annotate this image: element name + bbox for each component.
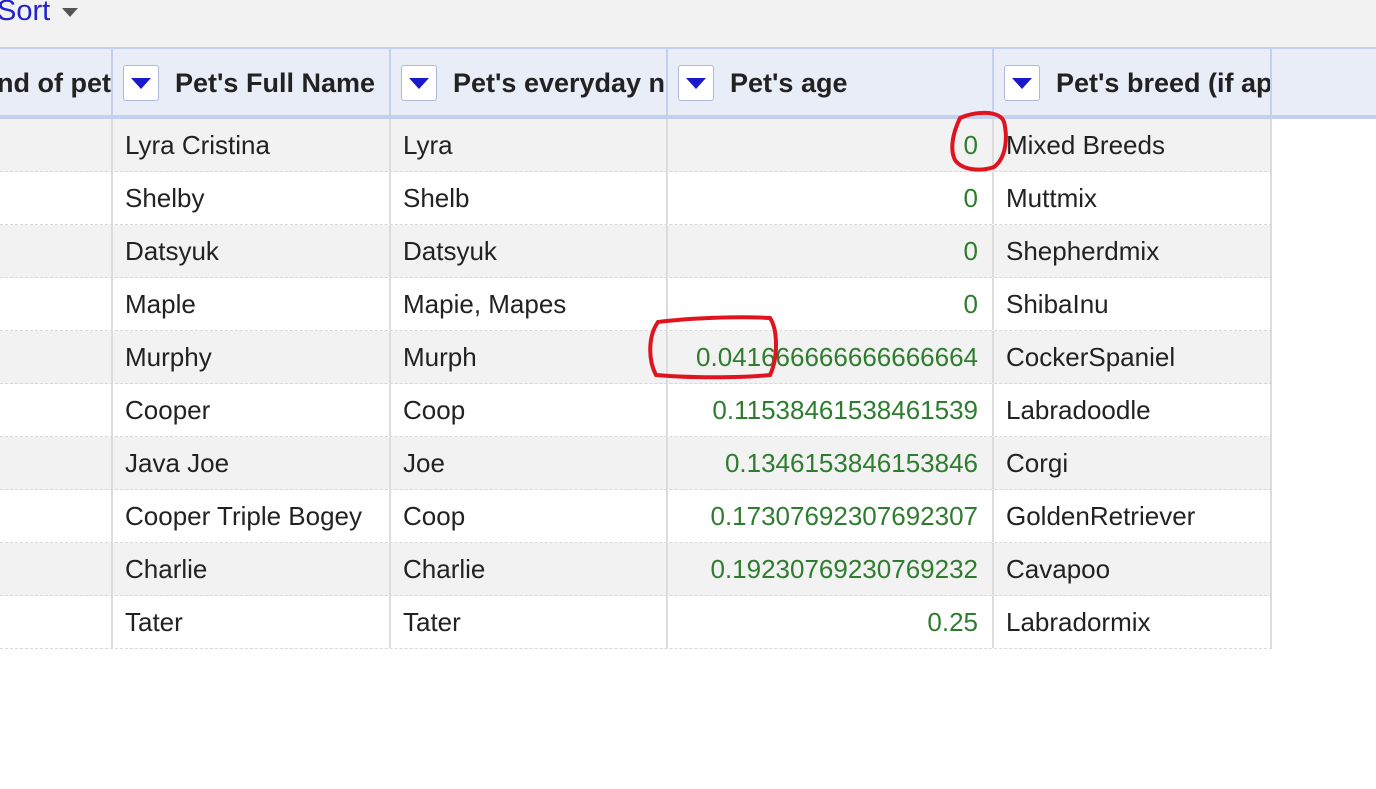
table-cell-kind[interactable] [0,172,113,224]
table-cell-age[interactable]: 0 [668,172,994,224]
table-cell-age[interactable]: 0.041666666666666664 [668,331,994,383]
sort-button[interactable]: Sort [0,0,79,28]
table-cell-full-name[interactable]: Datsyuk [113,225,391,277]
table-row[interactable]: Lyra Cristina Lyra 0 Mixed Breeds [0,119,1272,172]
data-table-body: Lyra Cristina Lyra 0 Mixed Breeds Shelby… [0,119,1272,649]
table-cell-everyday-name[interactable]: Charlie [391,543,668,595]
table-cell-full-name[interactable]: Murphy [113,331,391,383]
column-header-everyday-name[interactable]: Pet's everyday n [391,49,668,117]
column-header-kind-of-pet[interactable]: nd of pet [0,49,113,117]
table-cell-breed[interactable]: Labradoodle [994,384,1272,436]
column-menu-dropdown-icon[interactable] [401,65,437,101]
toolbar: Sort [0,0,1376,47]
table-cell-everyday-name[interactable]: Datsyuk [391,225,668,277]
table-row[interactable]: Charlie Charlie 0.19230769230769232 Cava… [0,543,1272,596]
table-cell-kind[interactable] [0,278,113,330]
table-cell-breed[interactable]: CockerSpaniel [994,331,1272,383]
table-cell-everyday-name[interactable]: Tater [391,596,668,648]
table-row[interactable]: Murphy Murph 0.041666666666666664 Cocker… [0,331,1272,384]
table-row[interactable]: Cooper Triple Bogey Coop 0.1730769230769… [0,490,1272,543]
table-cell-breed[interactable]: ShibaInu [994,278,1272,330]
table-row[interactable]: Java Joe Joe 0.1346153846153846 Corgi [0,437,1272,490]
table-cell-full-name[interactable]: Tater [113,596,391,648]
column-header-full-name[interactable]: Pet's Full Name [113,49,391,117]
table-cell-kind[interactable] [0,543,113,595]
table-cell-age[interactable]: 0.17307692307692307 [668,490,994,542]
table-cell-breed[interactable]: Cavapoo [994,543,1272,595]
table-row[interactable]: Cooper Coop 0.11538461538461539 Labradoo… [0,384,1272,437]
table-cell-everyday-name[interactable]: Joe [391,437,668,489]
column-menu-dropdown-icon[interactable] [1004,65,1040,101]
column-header-label: Pet's everyday n [453,67,666,98]
table-cell-full-name[interactable]: Cooper [113,384,391,436]
table-row[interactable]: Datsyuk Datsyuk 0 Shepherdmix [0,225,1272,278]
table-cell-full-name[interactable]: Maple [113,278,391,330]
table-cell-age[interactable]: 0.11538461538461539 [668,384,994,436]
table-cell-age[interactable]: 0.25 [668,596,994,648]
table-cell-full-name[interactable]: Shelby [113,172,391,224]
table-cell-age[interactable]: 0 [668,225,994,277]
table-cell-kind[interactable] [0,490,113,542]
table-cell-kind[interactable] [0,331,113,383]
table-cell-everyday-name[interactable]: Coop [391,384,668,436]
sort-label: Sort [0,0,51,27]
table-cell-kind[interactable] [0,437,113,489]
table-cell-full-name[interactable]: Java Joe [113,437,391,489]
table-cell-breed[interactable]: Muttmix [994,172,1272,224]
table-cell-everyday-name[interactable]: Murph [391,331,668,383]
column-header-row: nd of pet Pet's Full Name Pet's everyday… [0,47,1376,119]
column-header-label: nd of pet [0,67,111,98]
table-cell-full-name[interactable]: Charlie [113,543,391,595]
column-header-label: Pet's age [730,67,848,98]
table-row[interactable]: Maple Mapie, Mapes 0 ShibaInu [0,278,1272,331]
table-cell-everyday-name[interactable]: Mapie, Mapes [391,278,668,330]
column-menu-dropdown-icon[interactable] [123,65,159,101]
table-cell-kind[interactable] [0,596,113,648]
table-cell-breed[interactable]: Mixed Breeds [994,119,1272,171]
table-cell-everyday-name[interactable]: Lyra [391,119,668,171]
caret-down-icon [62,7,79,17]
table-cell-breed[interactable]: Labradormix [994,596,1272,648]
column-header-label: Pet's breed (if ap [1056,67,1270,98]
table-cell-full-name[interactable]: Cooper Triple Bogey [113,490,391,542]
table-cell-kind[interactable] [0,119,113,171]
column-header-age[interactable]: Pet's age [668,49,994,117]
table-cell-age[interactable]: 0.19230769230769232 [668,543,994,595]
table-cell-kind[interactable] [0,384,113,436]
table-cell-everyday-name[interactable]: Coop [391,490,668,542]
table-cell-breed[interactable]: GoldenRetriever [994,490,1272,542]
column-header-label: Pet's Full Name [175,67,375,98]
table-cell-breed[interactable]: Shepherdmix [994,225,1272,277]
table-row[interactable]: Shelby Shelb 0 Muttmix [0,172,1272,225]
column-header-breed[interactable]: Pet's breed (if ap [994,49,1272,117]
table-cell-age[interactable]: 0 [668,278,994,330]
table-cell-kind[interactable] [0,225,113,277]
table-cell-breed[interactable]: Corgi [994,437,1272,489]
table-row[interactable]: Tater Tater 0.25 Labradormix [0,596,1272,649]
table-cell-everyday-name[interactable]: Shelb [391,172,668,224]
table-cell-full-name[interactable]: Lyra Cristina [113,119,391,171]
table-cell-age[interactable]: 0 [668,119,994,171]
table-cell-age[interactable]: 0.1346153846153846 [668,437,994,489]
column-menu-dropdown-icon[interactable] [678,65,714,101]
